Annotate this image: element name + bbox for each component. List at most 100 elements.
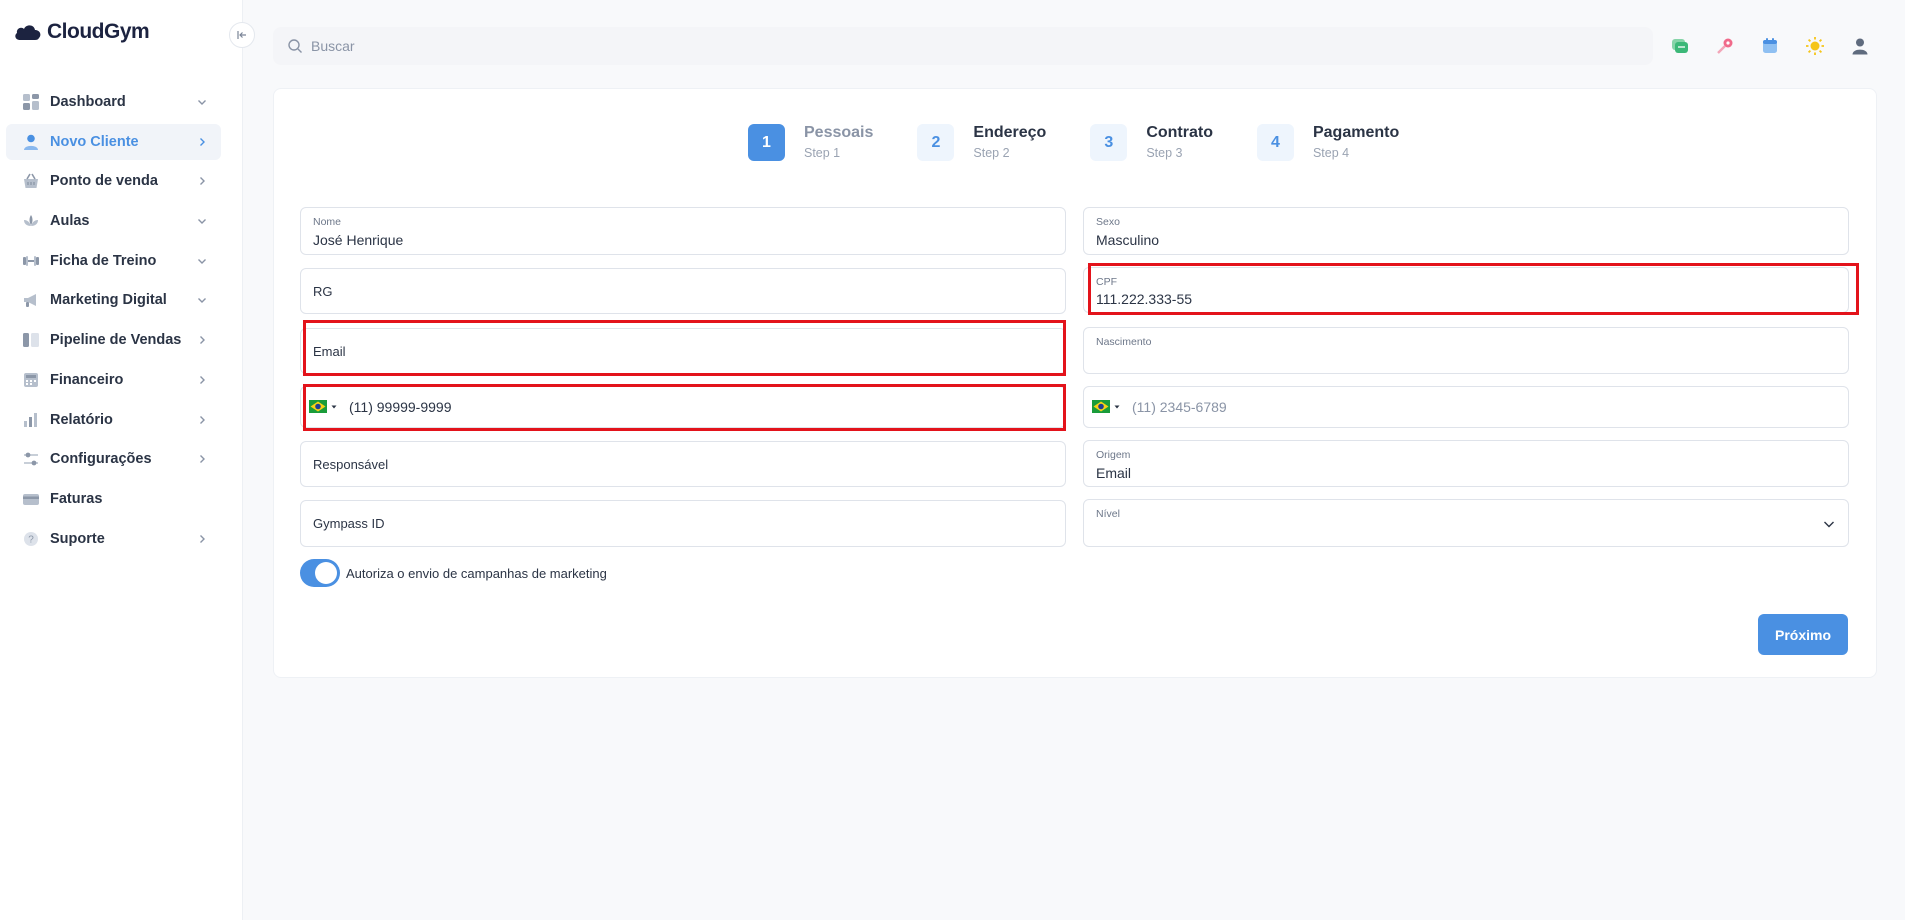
- country-selector[interactable]: [1092, 400, 1120, 413]
- step-subtitle: Step 2: [973, 146, 1010, 160]
- step-number: 4: [1256, 124, 1294, 161]
- sidebar-item-configuracoes[interactable]: Configurações: [6, 441, 221, 477]
- nivel-select[interactable]: Nível: [1083, 499, 1849, 547]
- key-button[interactable]: [1713, 34, 1737, 58]
- caret-down-icon: [1114, 405, 1120, 408]
- step-title: Contrato: [1146, 124, 1213, 141]
- sidebar-item-marketing-digital[interactable]: Marketing Digital: [6, 282, 221, 318]
- sexo-label: Sexo: [1096, 216, 1120, 228]
- nascimento-field[interactable]: Nascimento: [1083, 327, 1849, 374]
- step-subtitle: Step 1: [804, 146, 841, 160]
- basket-icon: [22, 172, 40, 190]
- chevron-right-icon: [200, 177, 205, 186]
- search-input[interactable]: [311, 38, 911, 54]
- step-title: Endereço: [973, 124, 1047, 141]
- celular-field[interactable]: (11) 99999-9999: [300, 386, 1066, 428]
- chevron-right-icon: [200, 415, 205, 424]
- card-icon: [22, 490, 40, 508]
- theme-toggle-button[interactable]: [1803, 34, 1827, 58]
- cloud-icon: [15, 25, 41, 40]
- celular-value: (11) 99999-9999: [349, 399, 452, 415]
- email-field[interactable]: Email: [300, 328, 1066, 374]
- megaphone-icon: [22, 291, 40, 309]
- country-selector[interactable]: [309, 400, 337, 413]
- step-contrato[interactable]: 3 Contrato Step 3: [1090, 123, 1213, 161]
- nascimento-label: Nascimento: [1096, 336, 1152, 348]
- chat-button[interactable]: [1668, 34, 1692, 58]
- user-avatar-icon: [1852, 38, 1868, 55]
- step-subtitle: Step 4: [1312, 146, 1350, 160]
- grid-icon: [22, 93, 40, 111]
- step-number: 1: [748, 124, 785, 161]
- dumbbell-icon: [22, 252, 40, 270]
- help-icon: ?: [22, 530, 40, 548]
- step-pessoais[interactable]: 1 Pessoais Step 1: [748, 123, 873, 161]
- sidebar-item-label: Marketing Digital: [50, 292, 167, 309]
- sidebar-item-dashboard[interactable]: Dashboard: [6, 84, 221, 120]
- sidebar-item-novo-cliente[interactable]: Novo Cliente: [6, 123, 221, 160]
- profile-button[interactable]: [1848, 34, 1872, 58]
- rg-field[interactable]: RG: [300, 268, 1066, 314]
- gympass-id-field[interactable]: Gympass ID: [300, 500, 1066, 547]
- chevron-right-icon: [200, 137, 205, 146]
- key-icon: [1717, 38, 1733, 54]
- step-pagamento[interactable]: 4 Pagamento Step 4: [1256, 123, 1400, 161]
- sidebar: CloudGym Dashboard Novo Cliente Ponto de…: [0, 0, 243, 920]
- sidebar-item-financeiro[interactable]: Financeiro: [6, 362, 221, 398]
- logo[interactable]: CloudGym: [13, 20, 150, 44]
- sidebar-item-pipeline-de-vendas[interactable]: Pipeline de Vendas: [6, 322, 221, 358]
- step-title: Pagamento: [1312, 124, 1400, 141]
- sidebar-item-aulas[interactable]: Aulas: [6, 203, 221, 239]
- calendar-button[interactable]: [1758, 34, 1782, 58]
- collapse-sidebar-button[interactable]: [229, 22, 255, 48]
- step-title: Pessoais: [804, 124, 874, 141]
- sexo-value: Masculino: [1096, 232, 1160, 248]
- brazil-flag-icon: [309, 400, 327, 413]
- sun-icon: [1806, 37, 1824, 55]
- top-actions: [1668, 34, 1872, 58]
- sidebar-item-ficha-de-treino[interactable]: Ficha de Treino: [6, 243, 221, 279]
- sidebar-item-ponto-de-venda[interactable]: Ponto de venda: [6, 163, 221, 199]
- calendar-icon: [1763, 38, 1777, 53]
- chevron-down-icon: [1824, 521, 1834, 528]
- nivel-label: Nível: [1096, 508, 1120, 520]
- logo-text: CloudGym: [47, 20, 150, 43]
- calculator-icon: [22, 371, 40, 389]
- nome-field[interactable]: Nome José Henrique: [300, 207, 1066, 255]
- marketing-toggle[interactable]: [300, 559, 340, 587]
- search-icon: [288, 39, 302, 53]
- sidebar-item-relatorio[interactable]: Relatório: [6, 402, 221, 438]
- sidebar-item-label: Faturas: [50, 490, 103, 507]
- chat-icon: [1672, 39, 1688, 53]
- telefone-field[interactable]: (11) 2345-6789: [1083, 386, 1849, 428]
- step-endereco[interactable]: 2 Endereço Step 2: [917, 123, 1046, 161]
- search-bar[interactable]: [273, 27, 1653, 65]
- origem-field[interactable]: Origem Email: [1083, 440, 1849, 487]
- brazil-flag-icon: [1092, 400, 1110, 413]
- step-number: 2: [917, 124, 955, 161]
- sidebar-item-label: Novo Cliente: [50, 133, 139, 150]
- collapse-icon: [237, 31, 246, 39]
- email-label: Email: [313, 344, 346, 359]
- origem-value: Email: [1096, 465, 1132, 481]
- next-button[interactable]: Próximo: [1758, 614, 1848, 655]
- gympass-label: Gympass ID: [313, 516, 385, 531]
- rg-label: RG: [313, 284, 333, 299]
- nome-label: Nome: [313, 216, 342, 228]
- sidebar-item-suporte[interactable]: ? Suporte: [6, 521, 221, 557]
- sidebar-item-label: Relatório: [50, 411, 113, 428]
- cpf-field[interactable]: CPF 111.222.333-55: [1083, 267, 1849, 313]
- responsavel-field[interactable]: Responsável: [300, 441, 1066, 487]
- lotus-icon: [22, 212, 40, 230]
- sexo-field[interactable]: Sexo Masculino: [1083, 207, 1849, 255]
- sidebar-item-label: Dashboard: [50, 94, 126, 110]
- sidebar-item-label: Suporte: [50, 530, 105, 547]
- cpf-label: CPF: [1096, 276, 1117, 288]
- sidebar-item-faturas[interactable]: Faturas: [6, 481, 221, 517]
- chevron-down-icon: [198, 100, 206, 105]
- chevron-down-icon: [198, 219, 206, 225]
- chevron-right-icon: [200, 534, 205, 543]
- sidebar-item-label: Pipeline de Vendas: [50, 332, 182, 349]
- sidebar-item-label: Ponto de venda: [50, 173, 158, 190]
- new-client-card: 1 Pessoais Step 1 2 Endereço Step 2 3 Co…: [273, 88, 1877, 678]
